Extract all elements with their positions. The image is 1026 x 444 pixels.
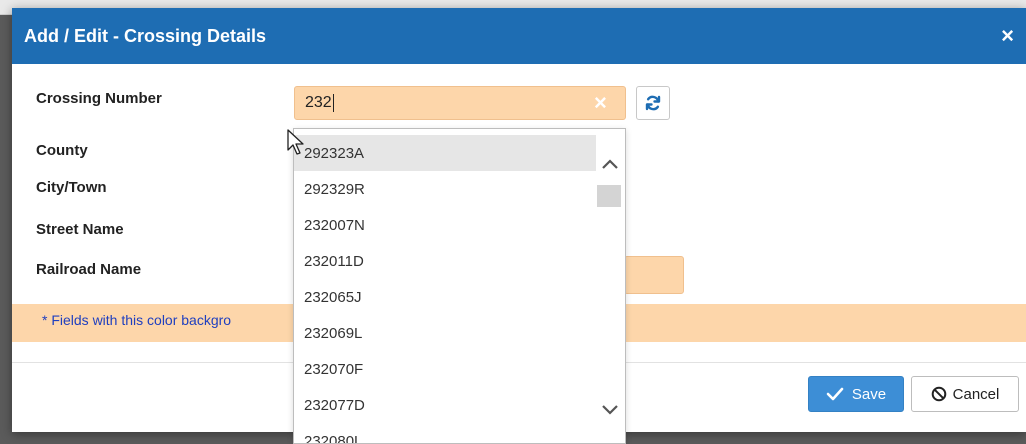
suggestion-item[interactable]: 232007N	[294, 207, 596, 243]
crossing-number-label: Crossing Number	[36, 90, 162, 107]
modal-header: Add / Edit - Crossing Details ×	[12, 8, 1026, 64]
railroad-name-label: Railroad Name	[36, 261, 142, 278]
county-label: County	[36, 142, 88, 159]
suggestion-item[interactable]: 232070F	[294, 351, 596, 387]
suggestion-item[interactable]: 232080L	[294, 423, 596, 444]
required-fields-note-text: * Fields with this color backgro	[42, 312, 232, 328]
clear-icon[interactable]: ×	[594, 90, 607, 116]
scrollbar-thumb[interactable]	[597, 185, 621, 207]
save-label: Save	[851, 385, 887, 403]
crossing-number-suggestions[interactable]: 292323A 292329R 232007N 232011D 232065J …	[293, 128, 626, 444]
crossing-number-input[interactable]: 232	[294, 86, 626, 120]
city-town-label: City/Town	[36, 179, 107, 196]
save-button[interactable]: Save	[808, 376, 904, 412]
suggestion-item[interactable]: 292323A	[294, 135, 596, 171]
street-name-label: Street Name	[36, 221, 124, 238]
suggestion-item[interactable]: 232065J	[294, 279, 596, 315]
checkmark-icon	[826, 387, 844, 401]
suggestion-item[interactable]: 292329R	[294, 171, 596, 207]
cancel-label: Cancel	[952, 385, 1000, 403]
text-caret	[332, 94, 334, 112]
suggestion-item[interactable]: 232077D	[294, 387, 596, 423]
close-icon[interactable]: ×	[1001, 25, 1014, 47]
railroad-name-input[interactable]	[624, 256, 684, 294]
modal-title: Add / Edit - Crossing Details	[24, 25, 267, 46]
ban-icon	[931, 386, 946, 402]
chevron-down-icon[interactable]	[600, 403, 620, 417]
crossing-number-value: 232	[305, 94, 332, 111]
chevron-up-icon[interactable]	[600, 157, 620, 171]
mouse-pointer-icon	[287, 129, 304, 155]
refresh-icon	[645, 95, 661, 111]
dropdown-scrollbar[interactable]	[596, 129, 625, 443]
refresh-button[interactable]	[636, 86, 670, 120]
suggestion-item[interactable]: 232069L	[294, 315, 596, 351]
cancel-button[interactable]: Cancel	[911, 376, 1019, 412]
suggestion-item[interactable]: 232011D	[294, 243, 596, 279]
